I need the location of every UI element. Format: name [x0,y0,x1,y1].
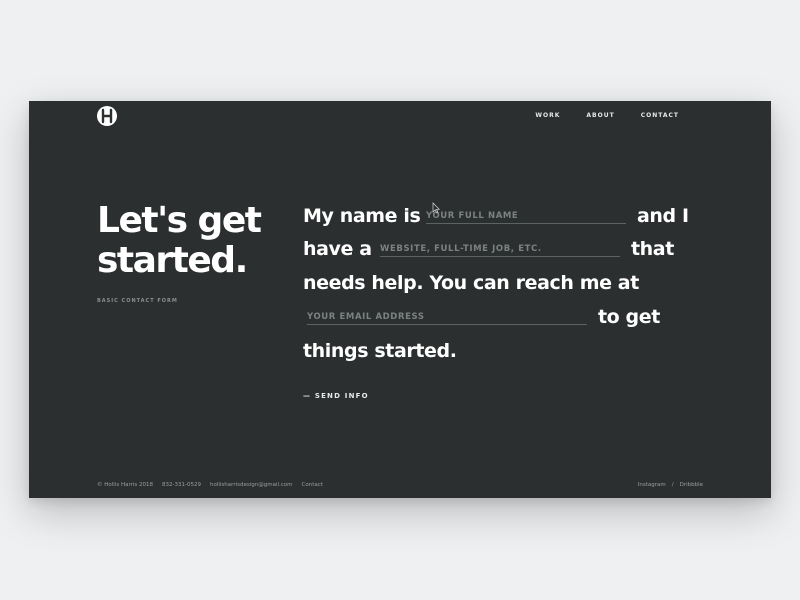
nav-work[interactable]: WORK [535,112,560,119]
mouse-cursor-icon [432,202,440,214]
form-line-2: have a that [303,234,703,264]
main-nav: WORK ABOUT CONTACT [535,112,679,119]
footer-dribbble-link[interactable]: Dribbble [680,482,703,488]
footer-copyright: © Hollis Harris 2018 [97,482,154,488]
email-input[interactable] [307,309,587,325]
page-title-line-2: started. [97,240,248,281]
footer-email-link[interactable]: hollisharrisdesign@gmail.com [210,482,293,488]
contact-page: WORK ABOUT CONTACT Let's get started. BA… [29,101,771,498]
form-text-my-name: My name is [303,205,421,227]
form-text-that: that [631,238,674,260]
full-name-input[interactable] [426,208,626,224]
footer-phone-link[interactable]: 832-331-0529 [162,482,201,488]
footer-info: © Hollis Harris 2018 832-331-0529 hollis… [97,482,323,488]
form-text-and-i: and I [637,205,689,227]
form-text-to-get: to get [598,306,660,328]
send-info-button[interactable]: — SEND INFO [303,392,369,400]
logo-icon[interactable] [96,105,118,127]
nav-about[interactable]: ABOUT [586,112,614,119]
form-line-4: to get [303,302,703,332]
form-line-3: needs help. You can reach me at [303,268,703,298]
page-title-line-1: Let's get [97,200,262,241]
footer-social: Instagram / Dribbble [638,482,703,488]
footer-separator: / [671,482,674,488]
nav-contact[interactable]: CONTACT [641,112,679,119]
form-line-5: things started. [303,336,703,366]
project-type-input[interactable] [380,241,620,257]
form-line-1: My name is and I [303,201,703,231]
form-text-needs-help: needs help. You can reach me at [303,272,639,294]
page-subtitle: BASIC CONTACT FORM [97,298,178,304]
page-title: Let's get started. [97,201,287,281]
footer-contact-link[interactable]: Contact [302,482,323,488]
form-text-have-a: have a [303,238,372,260]
footer-instagram-link[interactable]: Instagram [638,482,666,488]
form-text-things-started: things started. [303,340,457,362]
